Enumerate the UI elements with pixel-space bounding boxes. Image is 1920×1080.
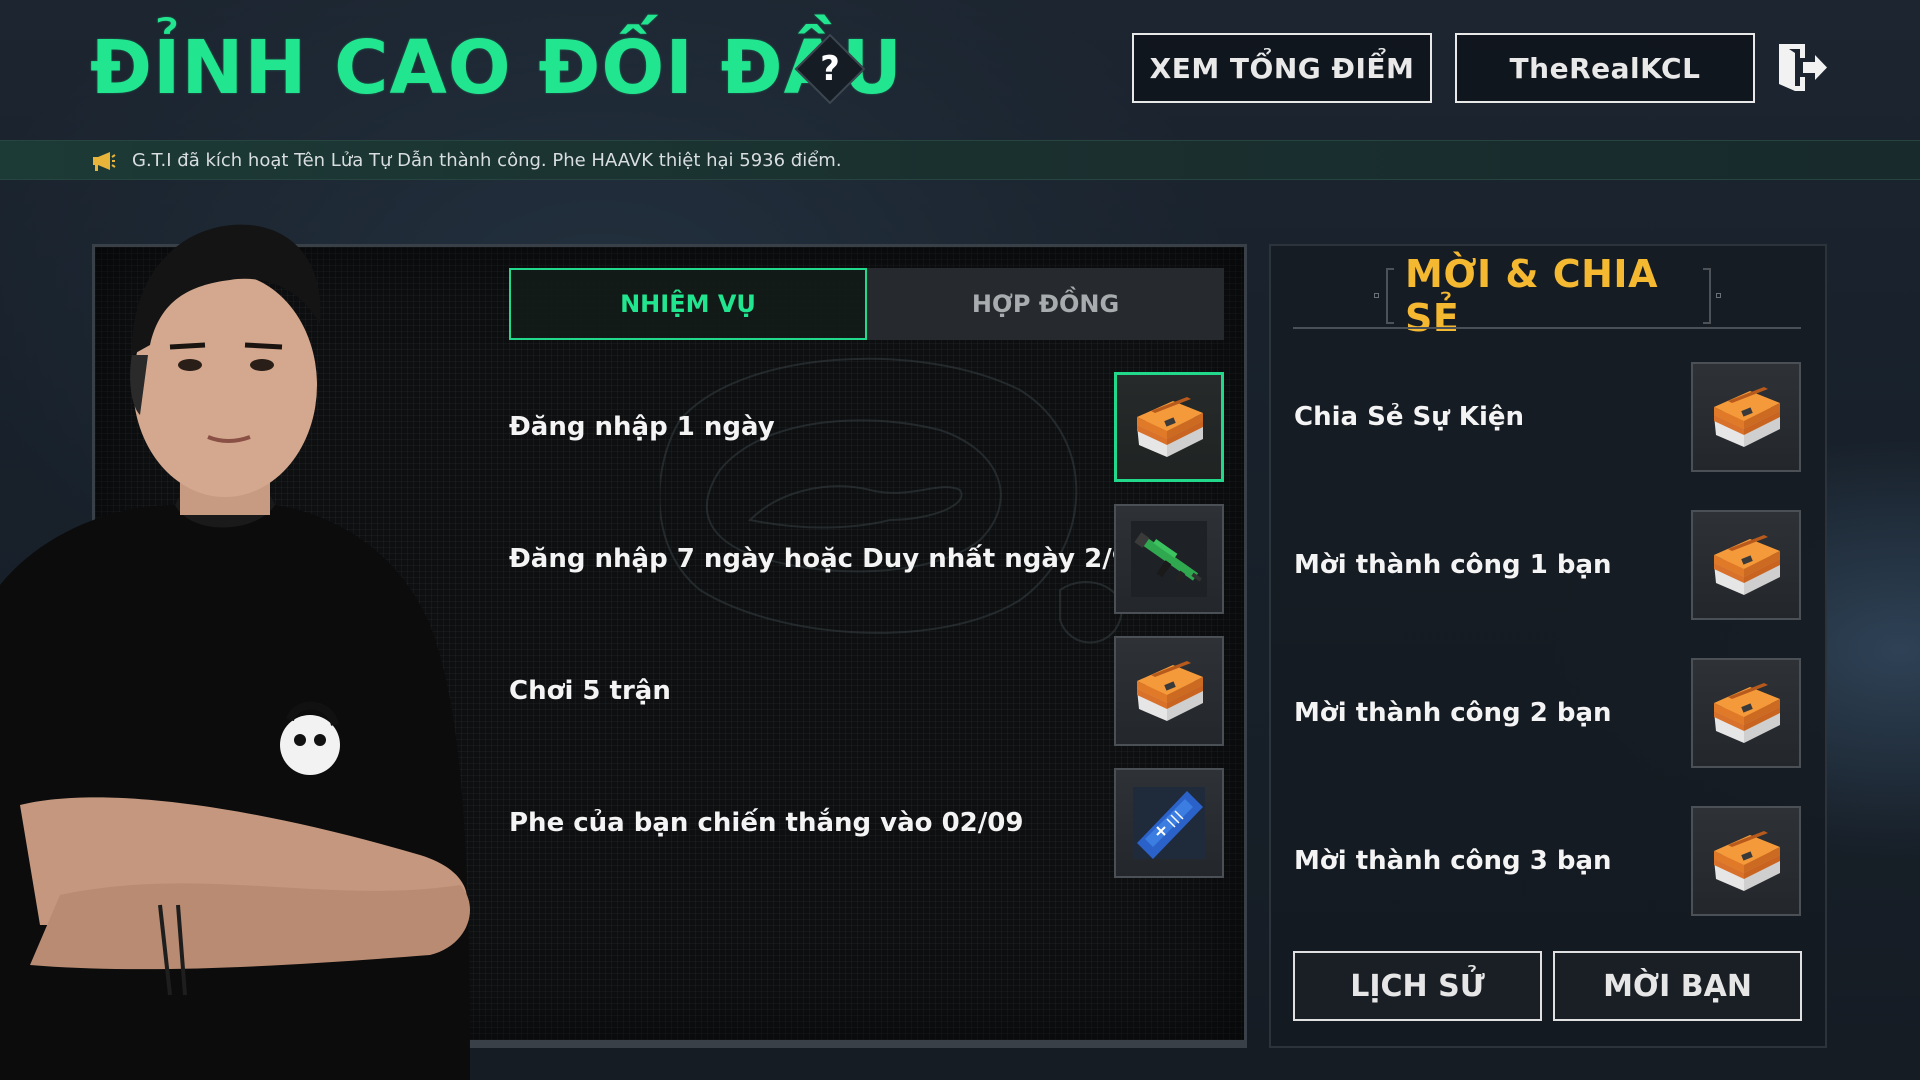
mission-row: Phe của bạn chiến thắng vào 02/09 (509, 768, 1224, 878)
mission-reward-slot[interactable] (1114, 372, 1224, 482)
orange-crate-icon (1704, 819, 1788, 903)
ticker-message: G.T.I đã kích hoạt Tên Lửa Tự Dẫn thành … (132, 150, 842, 171)
logout-icon[interactable] (1775, 40, 1830, 95)
mission-label: Phe của bạn chiến thắng vào 02/09 (509, 808, 1024, 838)
help-button[interactable]: ? (805, 44, 855, 94)
mission-row: Đăng nhập 7 ngày hoặc Duy nhất ngày 2/9 (509, 504, 1224, 614)
page-title: ĐỈNH CAO ĐỐI ĐẦU (90, 25, 903, 111)
orange-crate-icon (1704, 375, 1788, 459)
share-reward-slot[interactable] (1691, 658, 1801, 768)
mission-label: Chơi 5 trận (509, 676, 671, 706)
mission-reward-slot[interactable] (1114, 768, 1224, 878)
title-ornament-dot (1716, 293, 1721, 298)
orange-crate-icon (1127, 649, 1211, 733)
title-bracket-right (1703, 268, 1711, 324)
view-total-score-button[interactable]: XEM TỔNG ĐIỂM (1132, 33, 1432, 103)
blue-ticket-icon (1127, 781, 1211, 865)
orange-crate-icon (1704, 671, 1788, 755)
mission-row: Chơi 5 trận (509, 636, 1224, 746)
news-ticker: G.T.I đã kích hoạt Tên Lửa Tự Dẫn thành … (0, 140, 1920, 180)
title-ornament-dot (1374, 293, 1379, 298)
tab-missions[interactable]: NHIỆM VỤ (509, 268, 867, 340)
share-row: Chia Sẻ Sự Kiện (1293, 362, 1801, 472)
green-rifle-icon (1127, 517, 1211, 601)
title-bracket-left (1386, 268, 1394, 324)
share-reward-slot[interactable] (1691, 362, 1801, 472)
share-label: Mời thành công 1 bạn (1294, 550, 1612, 580)
mission-reward-slot[interactable] (1114, 636, 1224, 746)
share-label: Mời thành công 2 bạn (1294, 698, 1612, 728)
orange-crate-icon (1127, 385, 1211, 469)
mission-label: Đăng nhập 7 ngày hoặc Duy nhất ngày 2/9 (509, 544, 1130, 574)
share-label: Chia Sẻ Sự Kiện (1294, 402, 1525, 432)
share-reward-slot[interactable] (1691, 806, 1801, 916)
orange-crate-icon (1704, 523, 1788, 607)
share-panel-divider (1293, 327, 1801, 329)
mission-label: Đăng nhập 1 ngày (509, 412, 775, 442)
invite-friend-button[interactable]: MỜI BẠN (1553, 951, 1802, 1021)
share-row: Mời thành công 1 bạn (1293, 510, 1801, 620)
tab-contracts[interactable]: HỢP ĐỒNG (867, 268, 1224, 340)
share-panel-title: MỜI & CHIA SẺ (1405, 252, 1658, 340)
share-label: Mời thành công 3 bạn (1294, 846, 1612, 876)
mission-reward-slot[interactable] (1114, 504, 1224, 614)
player-portrait (0, 224, 470, 1080)
header: ĐỈNH CAO ĐỐI ĐẦU ? XEM TỔNG ĐIỂM TheReal… (0, 0, 1920, 140)
mission-row: Đăng nhập 1 ngày (509, 372, 1224, 482)
share-reward-slot[interactable] (1691, 510, 1801, 620)
username-button[interactable]: TheRealKCL (1455, 33, 1755, 103)
share-row: Mời thành công 3 bạn (1293, 806, 1801, 916)
history-button[interactable]: LỊCH SỬ (1293, 951, 1542, 1021)
megaphone-icon (93, 152, 116, 171)
share-row: Mời thành công 2 bạn (1293, 658, 1801, 768)
